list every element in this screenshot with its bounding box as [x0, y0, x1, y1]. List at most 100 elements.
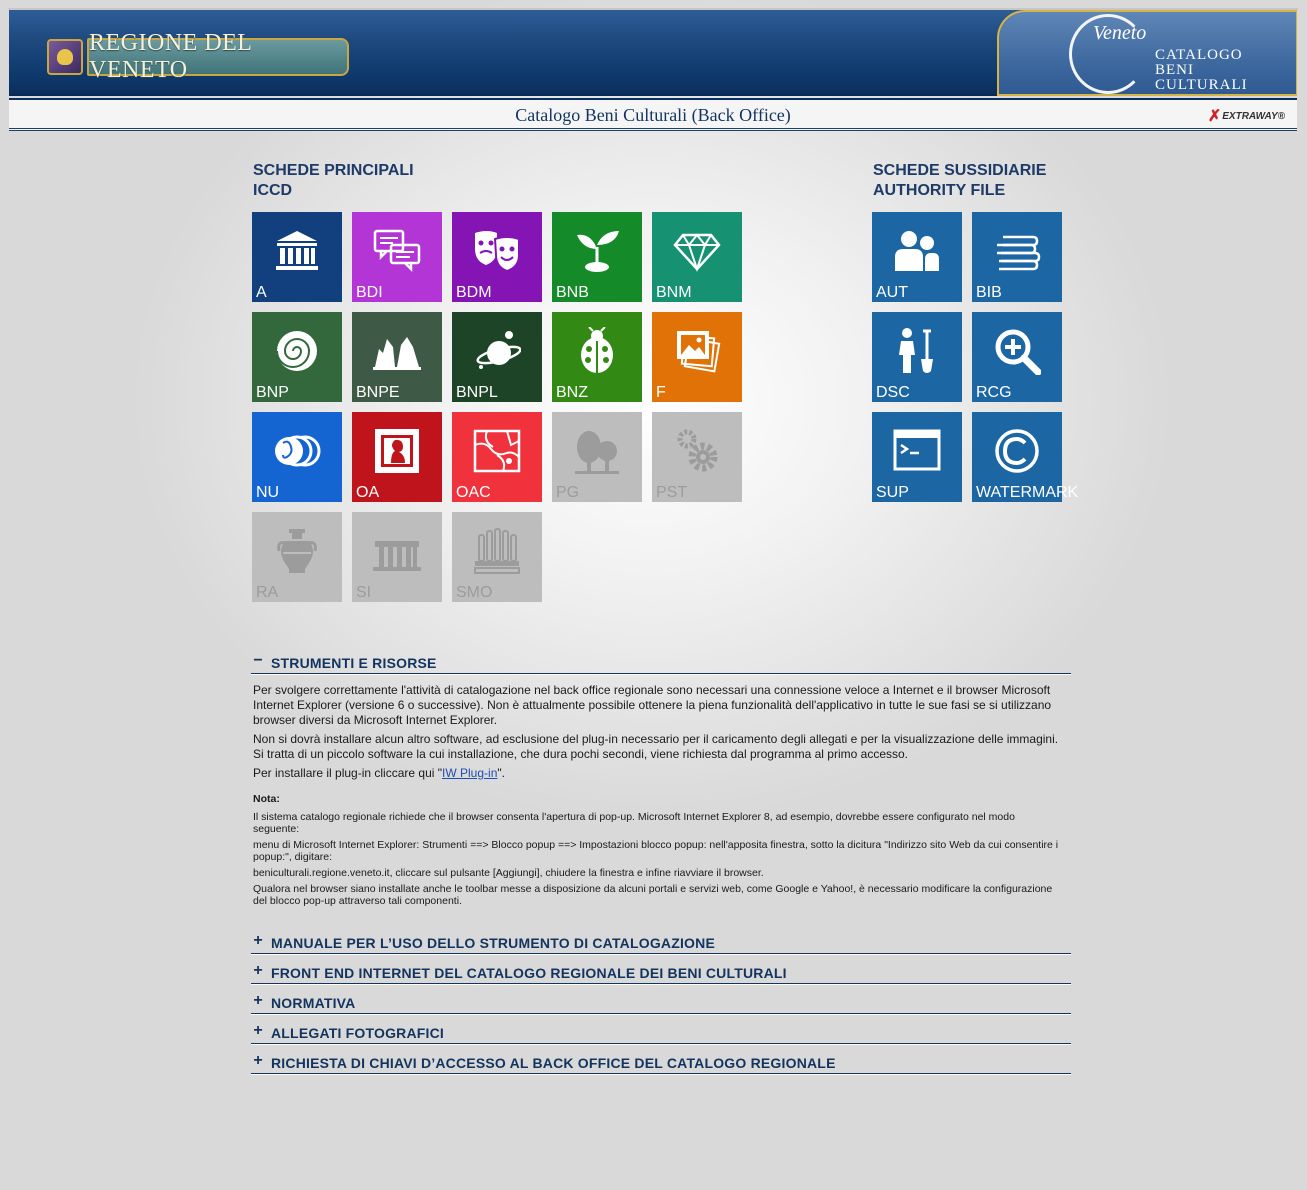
rocks-icon [352, 312, 442, 384]
diamond-icon [652, 212, 742, 284]
tile-label: OAC [456, 484, 491, 501]
regione-veneto-logo[interactable]: REGIONE DEL VENETO [47, 30, 349, 83]
tile-aut[interactable]: AUT [872, 212, 962, 302]
tile-smo: SMO [452, 512, 542, 602]
tile-dsc[interactable]: DSC [872, 312, 962, 402]
section-header[interactable]: + FRONT END INTERNET DEL CATALOGO REGIONA… [251, 962, 1071, 984]
tile-label: F [656, 384, 666, 401]
iw-plugin-link[interactable]: IW Plug-in [442, 766, 497, 780]
heading-line: SCHEDE PRINCIPALI [253, 162, 414, 179]
building-icon [252, 212, 342, 284]
copyright-icon [972, 412, 1062, 484]
tile-a[interactable]: A [252, 212, 342, 302]
section-title: NORMATIVA [271, 995, 356, 1011]
tile-nu[interactable]: NU [252, 412, 342, 502]
regione-logo-text: REGIONE DEL VENETO [87, 30, 349, 83]
tile-bnpe[interactable]: BNPE [352, 312, 442, 402]
catalogo-beni-culturali-logo[interactable]: Veneto Catalogo Beni Culturali [997, 10, 1297, 96]
tile-label: BNPE [356, 384, 400, 401]
tile-bnp[interactable]: BNP [252, 312, 342, 402]
ammonite-icon [252, 312, 342, 384]
section-header[interactable]: + MANUALE PER L’USO DELLO STRUMENTO DI CA… [251, 932, 1071, 954]
map-icon [452, 412, 542, 484]
tile-si: SI [352, 512, 442, 602]
section-header[interactable]: + RICHIESTA DI CHIAVI D’ACCESSO AL BACK O… [251, 1052, 1071, 1074]
paragraph: Non si dovrà installare alcun altro soft… [253, 732, 1059, 761]
heading-line: AUTHORITY FILE [873, 182, 1006, 199]
tile-label: PG [556, 484, 580, 501]
expand-icon: + [253, 932, 263, 949]
paragraph: Per svolgere correttamente l'attività di… [253, 683, 1052, 727]
cbc-logo-title: Catalogo Beni Culturali [1155, 48, 1248, 93]
portrait-icon [352, 412, 442, 484]
sprout-icon [552, 212, 642, 284]
tile-sup[interactable]: SUP [872, 412, 962, 502]
nota-paragraph: beniculturali.regione.veneto.it, cliccar… [253, 867, 764, 879]
plugin-paragraph: Per installare il plug-in cliccare qui "… [253, 766, 1063, 781]
coins-icon [252, 412, 342, 484]
tile-bnb[interactable]: BNB [552, 212, 642, 302]
tile-watermark[interactable]: WATERMARK [972, 412, 1078, 502]
strumenti-risorse-content: Per svolgere correttamente l'attività di… [253, 683, 1063, 785]
page-title: Catalogo Beni Culturali (Back Office) [515, 105, 791, 125]
tile-bnm[interactable]: BNM [652, 212, 742, 302]
extraway-text: EXTRAWAY® [1222, 110, 1285, 122]
temple-icon [352, 512, 442, 584]
tile-bib[interactable]: BIB [972, 212, 1062, 302]
nota-paragraph: Qualora nel browser siano installate anc… [253, 883, 1053, 907]
tile-label: BNB [556, 284, 589, 301]
extraway-x-icon: ✗ [1207, 108, 1222, 125]
tile-bnz[interactable]: BNZ [552, 312, 642, 402]
cbc-line: Beni [1155, 62, 1194, 78]
plugin-text: Per installare il plug-in cliccare qui " [253, 766, 443, 780]
tile-label: WATERMARK [976, 484, 1079, 501]
tile-label: RA [256, 584, 279, 601]
tile-label: BNPL [456, 384, 498, 401]
schede-principali-heading: SCHEDE PRINCIPALI ICCD [253, 161, 414, 201]
heading-line: SCHEDE SUSSIDIARIE [873, 162, 1047, 179]
tile-label: BDM [456, 284, 492, 301]
tile-bdi[interactable]: BDI [352, 212, 442, 302]
tile-oa[interactable]: OA [352, 412, 442, 502]
section-strumenti-risorse[interactable]: − STRUMENTI E RISORSE [251, 652, 1071, 674]
tile-bnpl[interactable]: BNPL [452, 312, 542, 402]
digger-icon [872, 312, 962, 384]
nota-paragraph: Il sistema catalogo regionale richiede c… [253, 811, 1015, 835]
section-title: ALLEGATI FOTOGRAFICI [271, 1025, 445, 1041]
cbc-line: Culturali [1155, 77, 1248, 93]
tile-label: SI [356, 584, 372, 601]
section-title: FRONT END INTERNET DEL CATALOGO REGIONAL… [271, 965, 787, 981]
section-header[interactable]: + ALLEGATI FOTOGRAFICI [251, 1022, 1071, 1044]
tile-label: PST [656, 484, 688, 501]
schede-sussidiarie-heading: SCHEDE SUSSIDIARIE AUTHORITY FILE [873, 161, 1046, 201]
expand-icon: + [253, 992, 263, 1009]
tile-label: BIB [976, 284, 1002, 301]
tile-oac[interactable]: OAC [452, 412, 542, 502]
tile-label: OA [356, 484, 380, 501]
section-title: MANUALE PER L’USO DELLO STRUMENTO DI CAT… [271, 935, 715, 951]
extraway-logo: ✗ EXTRAWAY® [1208, 106, 1285, 126]
expand-icon: + [253, 1022, 263, 1039]
trees-icon [552, 412, 642, 484]
nota-block: Nota: Il sistema catalogo regionale rich… [253, 793, 1063, 911]
cbc-monogram-text: Veneto [1093, 22, 1147, 44]
lion-crest-icon [47, 39, 83, 75]
tile-label: NU [256, 484, 280, 501]
header-banner: REGIONE DEL VENETO Veneto Catalogo Beni … [9, 10, 1297, 96]
tile-label: BNM [656, 284, 692, 301]
organ-icon [452, 512, 542, 584]
terminal-icon [872, 412, 962, 484]
expand-icon: + [253, 1052, 263, 1069]
tile-pst: PST [652, 412, 742, 502]
heading-line: ICCD [253, 182, 293, 199]
photos-icon [652, 312, 742, 384]
section-header[interactable]: + NORMATIVA [251, 992, 1071, 1014]
amphora-icon [252, 512, 342, 584]
tile-label: DSC [876, 384, 910, 401]
collapse-icon: − [253, 652, 263, 669]
tile-rcg[interactable]: RCG [972, 312, 1062, 402]
tile-bdm[interactable]: BDM [452, 212, 542, 302]
tile-f[interactable]: F [652, 312, 742, 402]
books-icon [972, 212, 1062, 284]
section-title: RICHIESTA DI CHIAVI D’ACCESSO AL BACK OF… [271, 1055, 836, 1071]
